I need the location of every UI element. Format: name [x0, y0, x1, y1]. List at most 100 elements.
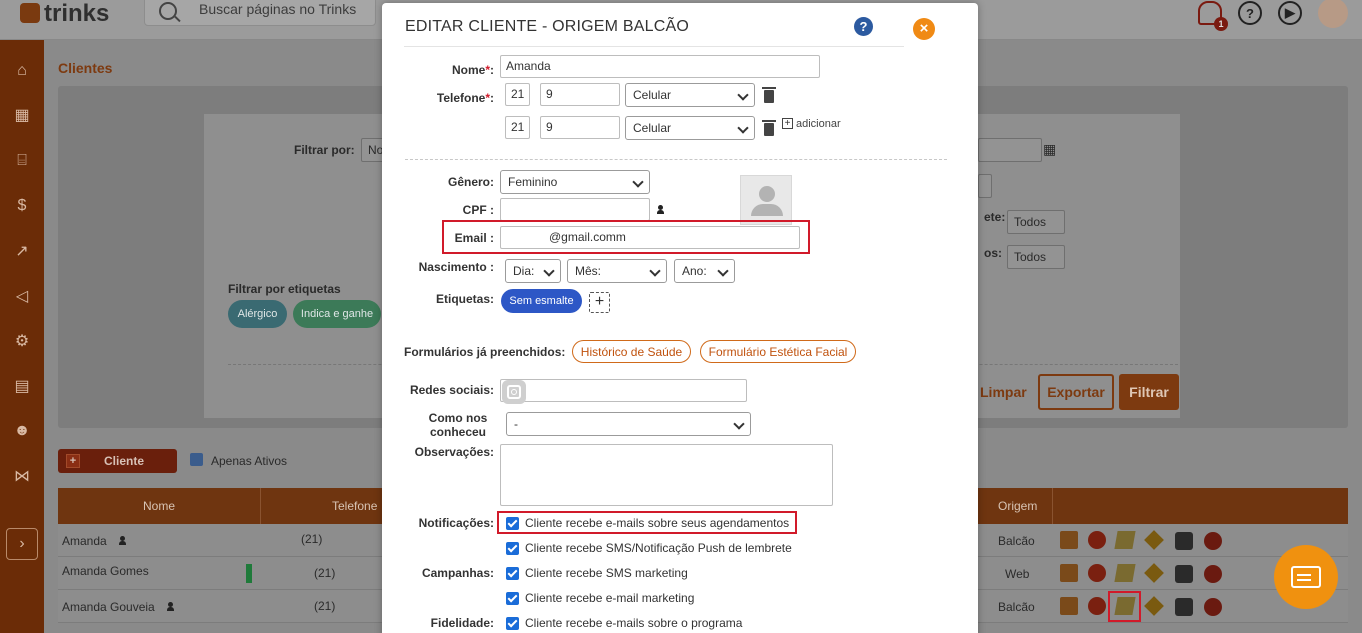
- money-icon[interactable]: $: [11, 195, 33, 217]
- status-label-1: ete:: [984, 210, 1006, 224]
- calculator-icon[interactable]: ▤: [11, 375, 33, 397]
- share-icon[interactable]: ⋈: [11, 465, 33, 487]
- active-only-label: Apenas Ativos: [211, 454, 288, 468]
- status-select-2[interactable]: Todos: [1007, 245, 1065, 269]
- phone-ddd-input-2[interactable]: 21: [505, 116, 530, 139]
- how-found-select[interactable]: -: [506, 412, 751, 436]
- phone-ddd-input[interactable]: 21: [505, 83, 530, 106]
- camera-icon[interactable]: [1175, 565, 1193, 583]
- money-icon[interactable]: [1144, 530, 1164, 550]
- clear-button[interactable]: Limpar: [980, 384, 1027, 400]
- gift-icon[interactable]: [1088, 531, 1106, 549]
- forms-label: Formulários já preenchidos:: [404, 345, 566, 359]
- section-divider: [405, 159, 947, 160]
- search-box[interactable]: Buscar páginas no Trinks: [144, 0, 376, 26]
- add-phone-icon[interactable]: +: [782, 118, 793, 129]
- gift-icon[interactable]: [1088, 597, 1106, 615]
- date-input[interactable]: [978, 138, 1042, 162]
- filter-by-label: Filtrar por:: [294, 143, 355, 157]
- delete-icon[interactable]: [1204, 598, 1222, 616]
- person-icon[interactable]: [657, 205, 664, 214]
- row-origin: Web: [1005, 567, 1030, 581]
- add-phone-link[interactable]: adicionar: [796, 118, 841, 130]
- tag-chip-indica[interactable]: Indica e ganhe: [293, 300, 381, 328]
- add-tag-button[interactable]: +: [589, 292, 610, 313]
- reports-icon[interactable]: ↗: [11, 240, 33, 262]
- delete-icon[interactable]: [1204, 565, 1222, 583]
- edit-icon[interactable]: [1114, 564, 1136, 582]
- phone-number-input-2[interactable]: 9: [540, 116, 620, 139]
- phone-number-input[interactable]: 9: [540, 83, 620, 106]
- tag-sem-esmalte[interactable]: Sem esmalte: [501, 289, 582, 313]
- birth-month-select[interactable]: Mês:: [567, 259, 667, 283]
- calendar-icon[interactable]: ▦: [11, 104, 33, 126]
- name-label: Nome*:: [451, 63, 494, 77]
- filter-button[interactable]: Filtrar: [1119, 374, 1179, 410]
- search-placeholder: Buscar páginas no Trinks: [199, 1, 357, 17]
- play-icon[interactable]: ▶: [1278, 1, 1302, 25]
- store-icon[interactable]: ⌸: [11, 150, 33, 172]
- loyalty-email-checkbox[interactable]: [506, 617, 519, 630]
- home-icon[interactable]: ⌂: [11, 60, 33, 82]
- form-historico-saude[interactable]: Histórico de Saúde: [572, 340, 691, 363]
- notification-bell-icon[interactable]: 1: [1198, 1, 1228, 31]
- notif-sms-checkbox[interactable]: [506, 542, 519, 555]
- export-button[interactable]: Exportar: [1038, 374, 1114, 410]
- trash-icon[interactable]: [762, 120, 776, 136]
- phone-type-select-2[interactable]: Celular: [625, 116, 755, 140]
- phone-type-select[interactable]: Celular: [625, 83, 755, 107]
- sidebar-expand-button[interactable]: ›: [6, 528, 38, 560]
- edit-icon[interactable]: [1114, 531, 1136, 549]
- camera-icon[interactable]: [1175, 598, 1193, 616]
- birth-day-select[interactable]: Dia:: [505, 259, 561, 283]
- client-photo[interactable]: [740, 175, 792, 225]
- active-only-checkbox[interactable]: [190, 453, 203, 466]
- filter-input-2[interactable]: [978, 174, 992, 198]
- marketing-icon[interactable]: ◁: [11, 285, 33, 307]
- plus-icon: +: [66, 454, 80, 468]
- trash-icon[interactable]: [762, 87, 776, 103]
- status-bar: [246, 564, 252, 583]
- clipboard-icon[interactable]: [1060, 597, 1078, 615]
- status-select-1[interactable]: Todos: [1007, 210, 1065, 234]
- close-icon[interactable]: ×: [913, 18, 935, 40]
- calendar-picker-icon[interactable]: ▦: [1043, 141, 1056, 158]
- camp-sms-checkbox[interactable]: [506, 567, 519, 580]
- add-client-button[interactable]: + Cliente: [58, 449, 177, 473]
- tag-chip-alergico[interactable]: Alérgico: [228, 300, 287, 328]
- add-client-label: Cliente: [104, 454, 145, 468]
- notes-textarea[interactable]: [500, 444, 833, 506]
- clipboard-icon[interactable]: [1060, 531, 1078, 549]
- col-name[interactable]: Nome: [143, 499, 175, 513]
- social-input[interactable]: [500, 379, 747, 402]
- team-icon[interactable]: ☻: [11, 420, 33, 442]
- cpf-input[interactable]: [500, 198, 650, 221]
- user-avatar[interactable]: [1318, 0, 1348, 28]
- form-estetica-facial[interactable]: Formulário Estética Facial: [700, 340, 856, 363]
- birth-year-select[interactable]: Ano:: [674, 259, 735, 283]
- highlight-edit-frame: [1108, 591, 1141, 622]
- chat-button[interactable]: [1274, 545, 1338, 609]
- person-icon: [119, 536, 126, 545]
- camp-email-checkbox[interactable]: [506, 592, 519, 605]
- help-icon[interactable]: ?: [1238, 1, 1262, 25]
- gender-select[interactable]: Feminino: [500, 170, 650, 194]
- gift-icon[interactable]: [1088, 564, 1106, 582]
- birth-label: Nascimento :: [418, 260, 494, 274]
- help-icon[interactable]: ?: [854, 17, 873, 36]
- how-found-label: Como nos conheceu: [428, 411, 488, 439]
- row-name: Amanda: [62, 534, 107, 548]
- col-phone[interactable]: Telefone: [332, 499, 377, 513]
- money-icon[interactable]: [1144, 596, 1164, 616]
- camp-sms-label: Cliente recebe SMS marketing: [525, 566, 688, 580]
- trinks-logo[interactable]: trinks: [20, 0, 109, 28]
- col-origin[interactable]: Origem: [998, 499, 1037, 513]
- camera-icon[interactable]: [1175, 532, 1193, 550]
- row-phone: (21): [314, 599, 336, 613]
- name-input[interactable]: Amanda: [500, 55, 820, 78]
- clipboard-icon[interactable]: [1060, 564, 1078, 582]
- logo-mark-icon: [20, 3, 40, 23]
- money-icon[interactable]: [1144, 563, 1164, 583]
- delete-icon[interactable]: [1204, 532, 1222, 550]
- settings-icon[interactable]: ⚙: [11, 330, 33, 352]
